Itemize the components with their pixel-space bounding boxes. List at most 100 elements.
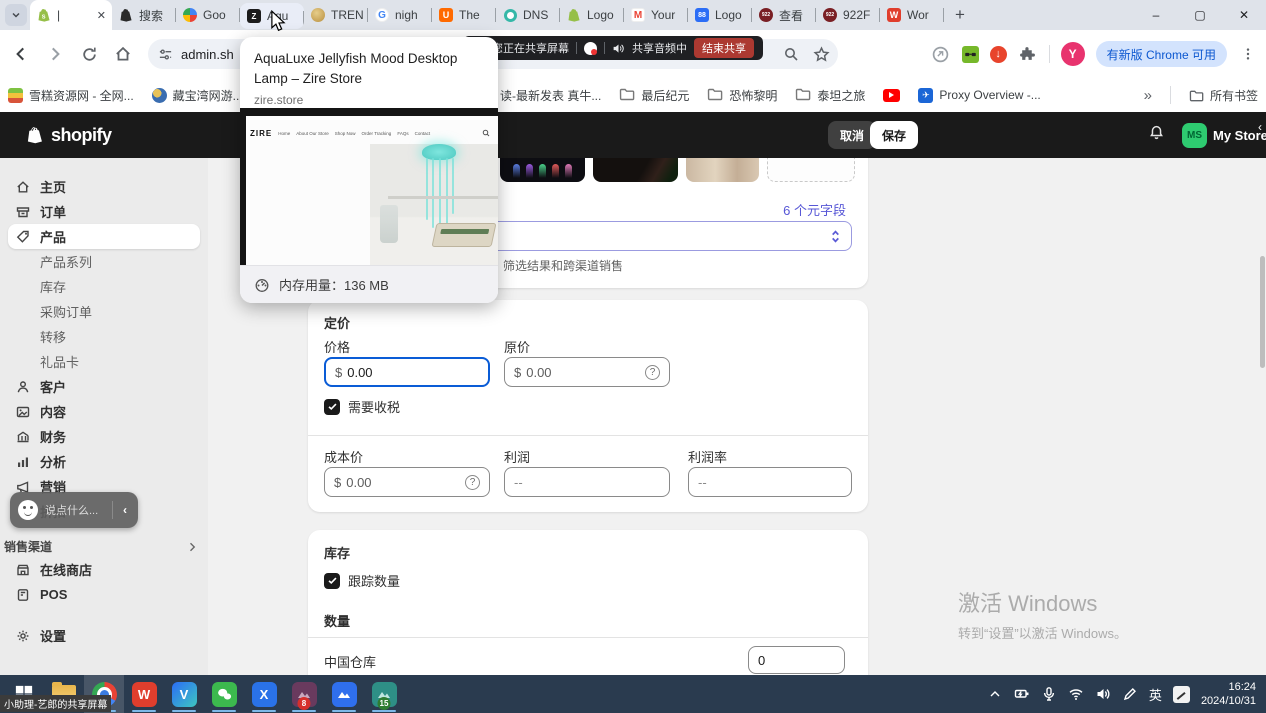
wifi-icon[interactable] [1068,686,1084,702]
taskbar-app-v-app[interactable]: V [164,675,204,713]
link-extension-icon[interactable] [931,44,951,64]
bookmark-item[interactable]: 读-最新发表 真牛... [500,87,601,104]
new-tab-button[interactable]: + [948,3,972,27]
bookmark-item[interactable]: 恐怖黎明 [707,86,777,105]
profit-value[interactable] [514,475,660,490]
sidebar-item-库存[interactable]: 库存 [8,274,200,299]
help-icon[interactable]: ? [645,365,660,380]
browser-tab-Logo[interactable]: Logo [560,0,624,30]
thumb-dark-scene[interactable] [593,158,678,182]
maximize-button[interactable]: ▢ [1178,0,1222,30]
price-input[interactable]: $ [324,357,490,387]
sidebar-item-产品[interactable]: 产品 [8,224,200,249]
sidebar-item-分析[interactable]: 分析 [8,449,200,474]
chevron-up-icon[interactable] [987,686,1003,702]
checkbox-checked-icon[interactable] [324,399,340,415]
location-qty-input[interactable] [748,646,845,674]
minimize-button[interactable]: – [1134,0,1178,30]
store-avatar[interactable]: MS [1182,123,1207,148]
browser-tab-Logo[interactable]: 88Logo [688,0,752,30]
thumb-jellyfish-colored[interactable] [500,158,585,182]
browser-tab-DNS[interactable]: DNS [496,0,560,30]
browser-tab-查看[interactable]: 922查看 [752,0,816,30]
price-value[interactable] [347,365,479,380]
save-button[interactable]: 保存 [870,121,918,149]
home-button[interactable] [110,41,136,67]
sidebar-channel-在线商店[interactable]: 在线商店 [8,557,200,582]
compare-price-input[interactable]: $ ? [504,357,670,387]
notifications-bell-icon[interactable] [1148,124,1165,146]
browser-tab-TREN[interactable]: TREN [304,0,368,30]
browser-tab-搜索[interactable]: 搜索 [112,0,176,30]
search-zoom-icon[interactable] [783,46,799,62]
browser-tab-|[interactable]: S|✕ [30,0,112,30]
cost-input[interactable]: $ ? [324,467,490,497]
track-quantity-row[interactable]: 跟踪数量 [324,571,400,590]
pen-icon[interactable] [1122,686,1138,702]
assistant-input[interactable]: 说点什么... [45,502,105,518]
checkbox-checked-icon[interactable] [324,573,340,589]
thumb-tan-jellyfish[interactable] [686,158,759,182]
stop-share-button[interactable]: 结束共享 [694,38,754,58]
bookmark-item[interactable]: ✈Proxy Overview -... [918,88,1040,103]
profit-input[interactable] [504,467,670,497]
help-icon[interactable]: ? [465,475,480,490]
glasses-extension-icon[interactable] [962,46,979,63]
taskbar-app-wechat[interactable] [204,675,244,713]
chrome-update-chip[interactable]: 有新版 Chrome 可用 [1096,41,1227,67]
sidebar-item-设置[interactable]: 设置 [8,623,200,648]
reload-button[interactable] [76,41,102,67]
browser-tab-Wor[interactable]: WWor [880,0,944,30]
taskbar-app-x-app[interactable]: X [244,675,284,713]
page-scrollbar[interactable] [1260,256,1265,368]
taskbar-app-purple-app[interactable]: 8 [284,675,324,713]
cancel-button[interactable]: 取消 [828,121,876,149]
sidebar-item-转移[interactable]: 转移 [8,324,200,349]
bookmark-star-icon[interactable] [813,46,830,63]
browser-tab-922F[interactable]: 922922F [816,0,880,30]
sidebar-item-财务[interactable]: 财务 [8,424,200,449]
margin-input[interactable] [688,467,852,497]
sidebar-item-礼品卡[interactable]: 礼品卡 [8,349,200,374]
close-button[interactable]: ✕ [1222,0,1266,30]
browser-tab-Your[interactable]: MYour [624,0,688,30]
battery-icon[interactable] [1014,686,1030,702]
extensions-puzzle-icon[interactable] [1018,44,1038,64]
chevron-right-icon[interactable] [186,541,198,553]
tab-close-icon[interactable]: ✕ [97,9,106,22]
mic-icon[interactable] [1041,686,1057,702]
assistant-widget[interactable]: 说点什么... ‹ [10,492,138,528]
browser-tab-Goo[interactable]: Goo [176,0,240,30]
forward-button[interactable] [42,41,68,67]
notes-tray-icon[interactable] [1173,686,1190,703]
cost-value[interactable] [346,475,460,490]
metafields-link[interactable]: 6 个元字段 [783,200,846,219]
volume-icon[interactable] [1095,686,1111,702]
bookmark-item[interactable]: 藏宝湾网游... [152,87,243,104]
sidebar-item-客户[interactable]: 客户 [8,374,200,399]
add-media-tile[interactable] [767,158,855,182]
all-bookmarks-button[interactable]: 所有书签 [1189,87,1258,104]
taskbar-app-teal-app[interactable]: 15 [364,675,404,713]
sidebar-item-内容[interactable]: 内容 [8,399,200,424]
bookmark-item[interactable]: 泰坦之旅 [795,86,865,105]
profile-avatar[interactable]: Y [1061,42,1085,66]
bookmark-item[interactable]: 雪糕资源网 - 全网... [8,87,134,104]
sidebar-item-产品系列[interactable]: 产品系列 [8,249,200,274]
shopify-logo[interactable]: shopify [26,125,112,146]
margin-value[interactable] [698,475,842,490]
sidebar-channel-POS[interactable]: POS [8,582,200,607]
bookmarks-overflow-button[interactable]: » [1144,87,1152,104]
download-extension-icon[interactable]: ↓ [990,46,1007,63]
tax-checkbox-row[interactable]: 需要收税 [324,397,400,416]
bookmark-item[interactable]: 最后纪元 [619,86,689,105]
compare-price-value[interactable] [526,365,640,380]
bookmark-item[interactable] [883,89,900,102]
taskbar-app-wps[interactable]: W [124,675,164,713]
sidebar-item-主页[interactable]: 主页 [8,174,200,199]
collapse-chevron-icon[interactable]: ‹ [1258,120,1262,134]
assistant-collapse-button[interactable]: ‹ [120,503,130,517]
browser-tab-nigh[interactable]: Gnigh [368,0,432,30]
browser-tab-The[interactable]: UThe [432,0,496,30]
language-indicator[interactable]: 英 [1149,685,1162,704]
